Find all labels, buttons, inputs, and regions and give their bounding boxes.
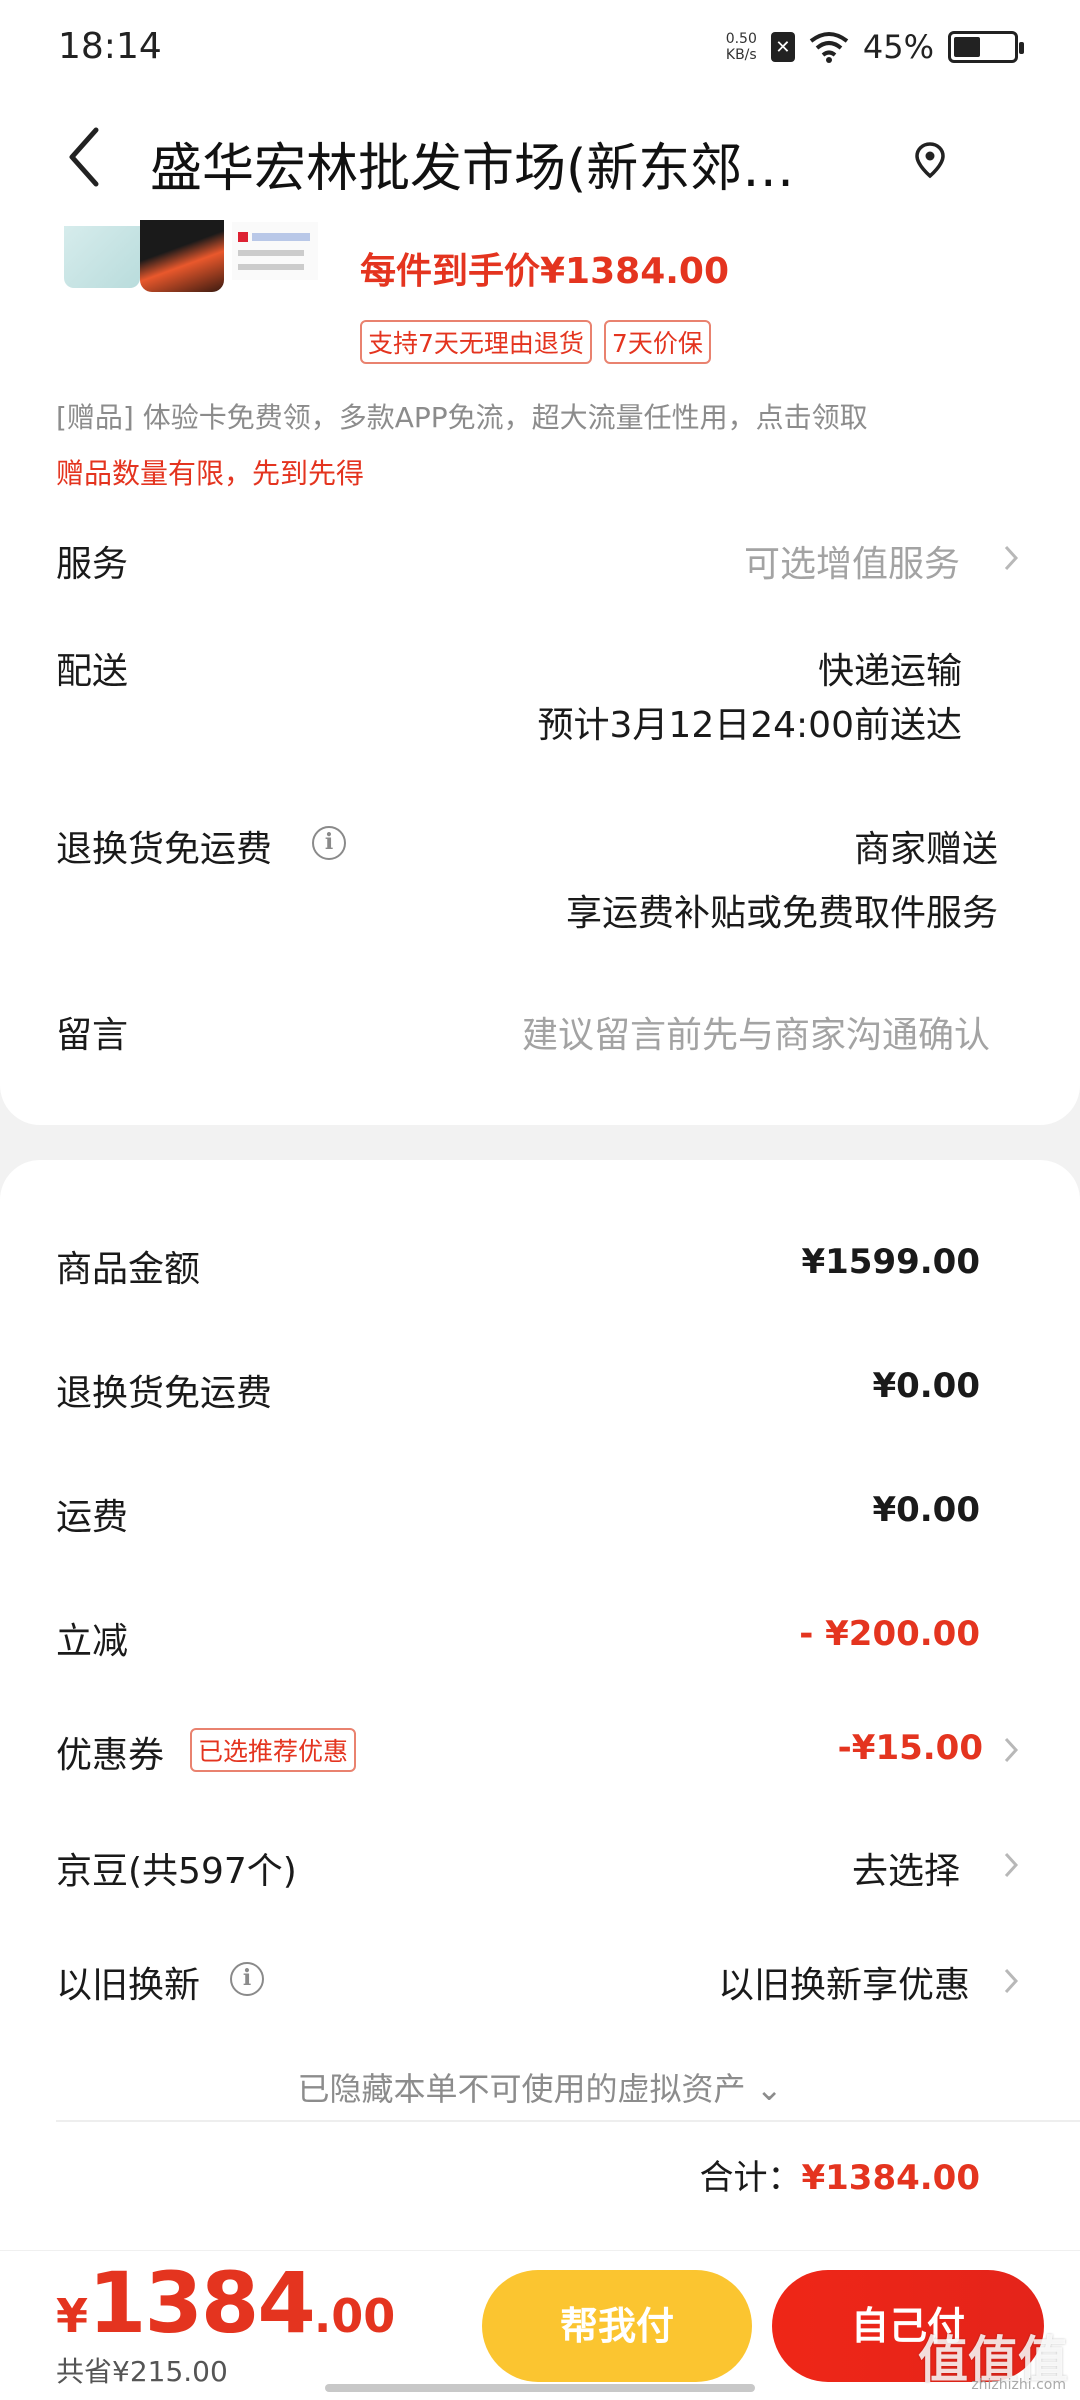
chevron-right-icon	[1004, 1852, 1018, 1878]
goods-amount-label: 商品金额	[56, 1249, 201, 1290]
total-amount: ¥1384.00	[801, 2158, 980, 2198]
discount-label: 立减	[56, 1621, 129, 1662]
status-icons: 0.50 KB/s ✕ 45%	[726, 28, 1024, 66]
currency-symbol: ¥	[56, 2289, 89, 2343]
price-protect-tag: 7天价保	[603, 320, 711, 364]
delivery-label: 配送	[56, 651, 129, 692]
product-tags: 支持7天无理由退货 7天价保	[360, 320, 711, 364]
service-label: 服务	[56, 544, 129, 585]
shipping-amount: ¥0.00	[872, 1490, 980, 1530]
final-price-integer: 1384	[88, 2254, 316, 2352]
chevron-right-icon	[1004, 1737, 1018, 1763]
battery-percent: 45%	[862, 28, 934, 66]
status-time: 18:14	[58, 26, 162, 67]
return-free-label: 退换货免运费	[56, 1373, 273, 1414]
location-icon[interactable]	[910, 140, 950, 180]
divider	[56, 2120, 1080, 2122]
help-me-pay-button[interactable]: 帮我付	[482, 2270, 752, 2382]
screen: { "status_bar": { "time": "18:14", "net_…	[0, 0, 1080, 2400]
coupon-tag: 已选推荐优惠	[190, 1728, 357, 1772]
total-label: 合计：	[699, 2158, 802, 2198]
discount-amount: - ¥200.00	[799, 1614, 980, 1654]
price-summary-card: 商品金额 ¥1599.00 退换货免运费 ¥0.00 运费 ¥0.00 立减 -…	[0, 1160, 1080, 2260]
jd-beans-value: 去选择	[851, 1851, 960, 1892]
message-label: 留言	[56, 1015, 129, 1056]
coupon-label: 优惠券	[56, 1735, 165, 1776]
network-speed-value: 0.50	[725, 31, 757, 47]
final-price-decimal: .00	[313, 2289, 396, 2343]
tradein-value: 以旧换新享优惠	[717, 1965, 970, 2006]
chevron-right-icon	[1004, 1968, 1018, 1994]
status-bar: 18:14 0.50 KB/s ✕ 45%	[0, 0, 1080, 100]
return-policy-tag: 支持7天无理由退货	[360, 320, 592, 364]
return-shipping-value: 商家赠送	[853, 829, 998, 870]
message-input[interactable]: 建议留言前先与商家沟通确认	[522, 1006, 990, 1058]
order-options-card: 每件到手价¥1384.00 支持7天无理由退货 7天价保 [赠品] 体验卡免费领…	[0, 220, 1080, 1125]
gift-info[interactable]: [赠品] 体验卡免费领，多款APP免流，超大流量任性用，点击领取	[56, 396, 868, 436]
total-saved: 共省¥215.00	[56, 2355, 228, 2388]
product-thumbnail[interactable]	[140, 220, 224, 292]
wifi-icon	[809, 32, 849, 63]
watermark-url: zhizhizhi.com	[971, 2377, 1066, 2393]
chevron-right-icon	[1004, 545, 1018, 571]
return-shipping-desc: 享运费补贴或免费取件服务	[565, 893, 998, 934]
jd-beans-label: 京豆(共597个)	[56, 1851, 297, 1892]
final-price: ¥1384.00	[56, 2254, 395, 2352]
return-shipping-label: 退换货免运费	[56, 829, 273, 870]
back-icon[interactable]	[56, 122, 116, 192]
chevron-down-icon: ⌄	[755, 2070, 783, 2108]
per-item-price: 每件到手价¥1384.00	[360, 251, 730, 292]
tradein-label: 以旧换新	[56, 1965, 201, 2006]
gift-thumbnail[interactable]	[232, 222, 318, 280]
goods-amount: ¥1599.00	[801, 1242, 980, 1282]
header: 盛华宏林批发市场(新东郊…	[0, 100, 1080, 220]
info-icon[interactable]: i	[230, 1962, 264, 1996]
return-free-amount: ¥0.00	[872, 1366, 980, 1406]
shipping-label: 运费	[56, 1497, 129, 1538]
battery-icon	[948, 31, 1024, 63]
delivery-method: 快递运输	[817, 651, 962, 692]
home-indicator[interactable]	[325, 2384, 755, 2392]
hidden-assets-text: 已隐藏本单不可使用的虚拟资产	[297, 2070, 746, 2108]
no-sim-icon: ✕	[770, 32, 795, 62]
battery-level	[954, 37, 981, 57]
service-value: 可选增值服务	[743, 544, 960, 585]
gift-note: 赠品数量有限，先到先得	[56, 457, 365, 490]
total-row: 合计：¥1384.00	[699, 2150, 980, 2199]
product-thumbnail[interactable]	[64, 226, 140, 288]
delivery-eta: 预计3月12日24:00前送达	[537, 705, 962, 746]
coupon-amount: -¥15.00	[837, 1728, 983, 1768]
network-speed: 0.50 KB/s	[726, 31, 757, 63]
network-speed-unit: KB/s	[725, 47, 757, 63]
info-icon[interactable]: i	[312, 826, 346, 860]
page-title: 盛华宏林批发市场(新东郊…	[150, 139, 795, 199]
hidden-assets-toggle[interactable]: 已隐藏本单不可使用的虚拟资产 ⌄	[0, 2064, 1080, 2110]
